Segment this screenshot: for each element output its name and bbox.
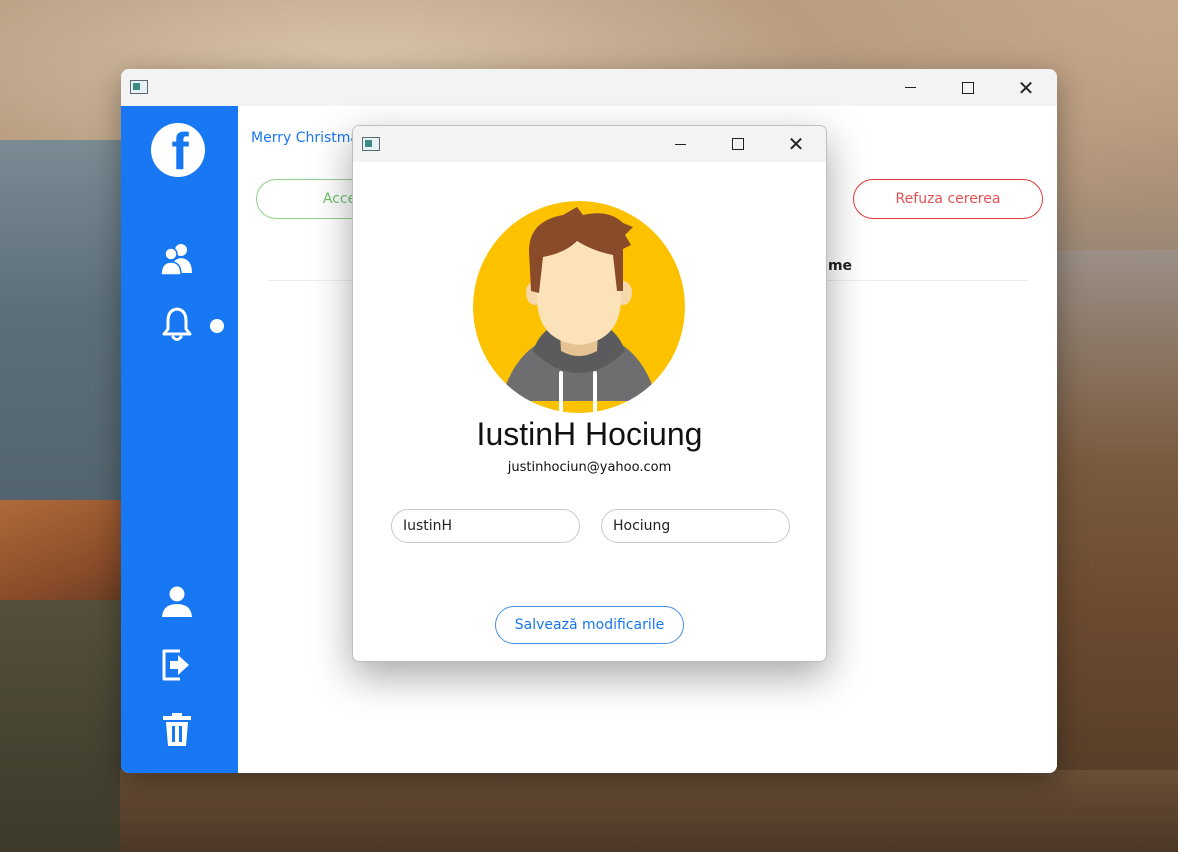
first-name-field[interactable] [391, 509, 580, 543]
close-icon: ✕ [1017, 75, 1035, 100]
profile-name: IustinH Hociung [476, 416, 703, 452]
bell-icon[interactable] [159, 306, 195, 342]
avatar [473, 201, 685, 413]
dialog-app-icon [362, 137, 380, 151]
last-name-field[interactable] [601, 509, 790, 543]
close-button[interactable]: ✕ [997, 69, 1055, 106]
dialog-minimize-button[interactable] [651, 126, 709, 162]
facebook-logo[interactable]: f [151, 123, 205, 177]
notification-dot [210, 319, 224, 333]
main-titlebar[interactable]: ✕ [121, 69, 1057, 106]
friend-request-link[interactable]: Merry Christma [251, 130, 359, 146]
maximize-button[interactable] [939, 69, 997, 106]
sidebar: f [121, 106, 238, 773]
trash-icon[interactable] [159, 712, 195, 748]
logout-icon[interactable] [159, 647, 195, 683]
desktop-sea [0, 140, 130, 560]
desktop-valley [120, 770, 1178, 852]
dialog-close-icon: ✕ [787, 132, 805, 156]
save-changes-button[interactable]: Salvează modificarile [495, 606, 684, 644]
dialog-close-button[interactable]: ✕ [767, 126, 825, 162]
user-icon[interactable] [159, 583, 195, 619]
dialog-maximize-button[interactable] [709, 126, 767, 162]
minimize-button[interactable] [881, 69, 939, 106]
facebook-logo-letter: f [171, 123, 189, 177]
app-icon [130, 80, 148, 94]
friends-icon[interactable] [159, 241, 195, 277]
profile-dialog: ✕ IustinH Hociung justinhociun@yahoo.com… [352, 125, 827, 662]
refuse-button[interactable]: Refuza cererea [853, 179, 1043, 219]
profile-email: justinhociun@yahoo.com [507, 460, 672, 475]
dialog-titlebar[interactable]: ✕ [353, 126, 826, 162]
desktop-mountain [1048, 250, 1178, 852]
